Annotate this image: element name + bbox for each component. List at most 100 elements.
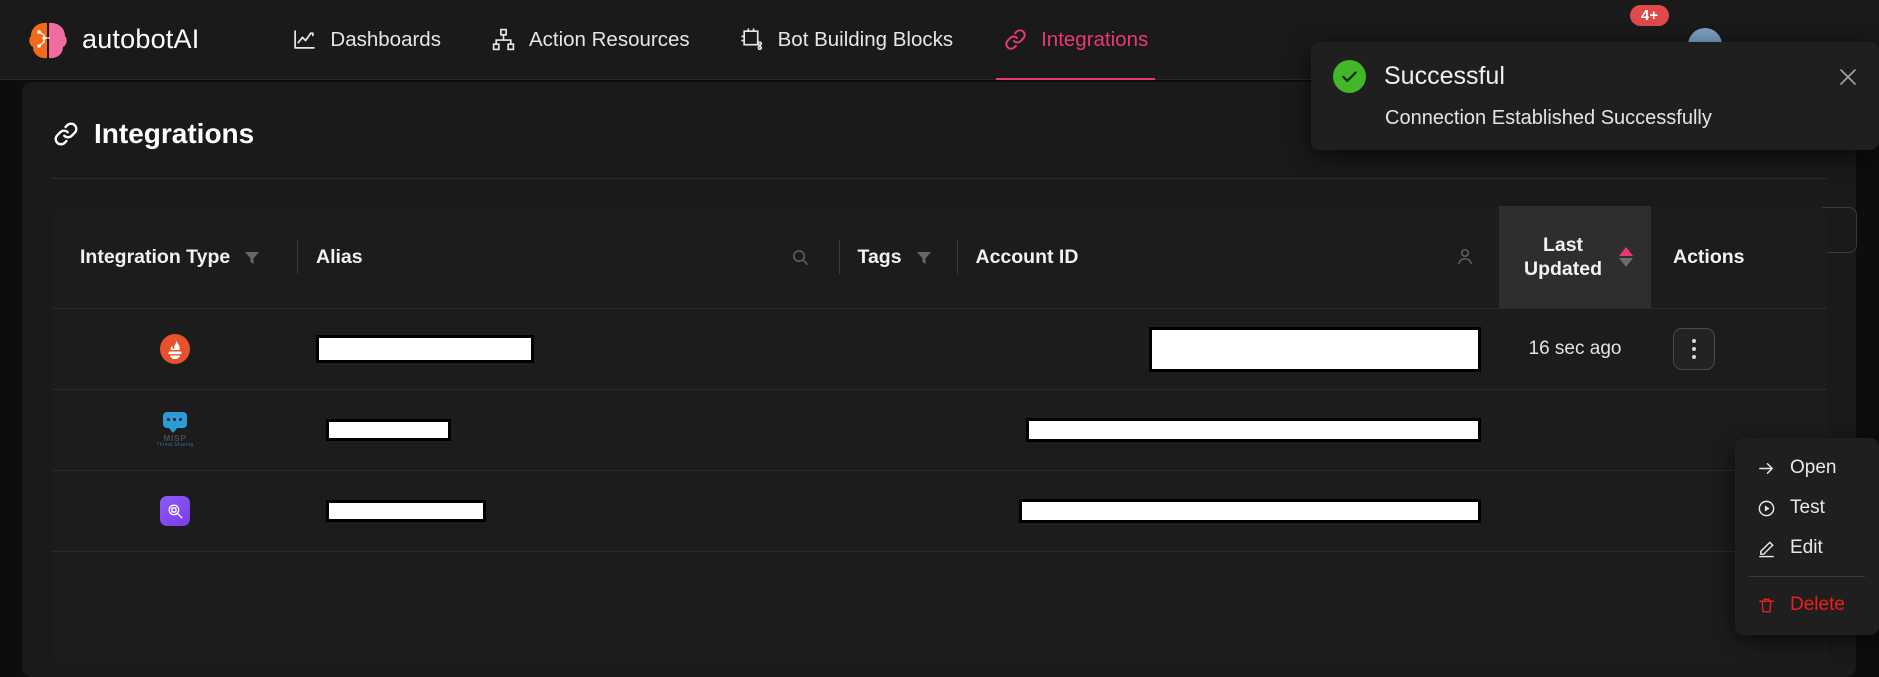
column-label-last-updated: Last Updated	[1524, 233, 1602, 280]
search-icon[interactable]	[791, 248, 810, 267]
header-divider	[52, 178, 1827, 179]
kebab-dot	[1692, 339, 1696, 343]
kebab-dot	[1692, 355, 1696, 359]
pencil-icon	[1757, 539, 1776, 558]
brain-logo-icon	[26, 18, 70, 62]
column-header-actions: Actions	[1651, 206, 1827, 308]
context-menu-label-edit: Edit	[1790, 537, 1823, 558]
brand-logo-link[interactable]: autobotAI	[26, 18, 199, 62]
nav-item-dashboards[interactable]: Dashboards	[267, 0, 466, 80]
cell-integration-type	[52, 309, 298, 389]
trash-icon	[1757, 596, 1776, 615]
toast-header: Successful	[1333, 60, 1859, 93]
filter-funnel-icon[interactable]	[244, 249, 260, 265]
table-row[interactable]: MISP Threat Sharing	[52, 389, 1827, 470]
misp-bubble-shape	[163, 412, 187, 432]
cell-alias	[298, 309, 813, 389]
nav-label-bot-building-blocks: Bot Building Blocks	[777, 27, 954, 51]
page-title-text: Integrations	[94, 118, 255, 149]
nav-label-dashboards: Dashboards	[330, 27, 441, 51]
last-updated-text: 16 sec ago	[1528, 338, 1622, 359]
column-label-tags: Tags	[857, 245, 902, 268]
redacted-alias-value	[316, 335, 534, 363]
column-label-integration-type: Integration Type	[80, 245, 231, 268]
redacted-alias-value	[326, 419, 451, 441]
cell-account-id	[793, 390, 1499, 470]
link-chain-icon	[1003, 27, 1028, 52]
context-menu-label-delete: Delete	[1790, 594, 1845, 615]
nav-items-group: Dashboards Action Resources Bot Building…	[267, 0, 1173, 80]
table-row-partial	[52, 551, 1827, 632]
nav-item-action-resources[interactable]: Action Resources	[466, 0, 715, 80]
integrations-table: Integration Type Alias Tags Account ID L…	[52, 206, 1827, 666]
misp-wordmark: MISP	[163, 432, 187, 443]
context-menu-item-delete[interactable]: Delete	[1735, 585, 1879, 625]
nav-label-integrations: Integrations	[1041, 27, 1149, 51]
column-label-actions: Actions	[1673, 245, 1745, 268]
redacted-alias-value	[326, 500, 486, 522]
toast-title: Successful	[1384, 62, 1505, 90]
cell-tags	[678, 471, 796, 551]
sort-ascending-arrow[interactable]	[1619, 247, 1633, 256]
misp-threat-sharing-icon: MISP Threat Sharing	[152, 412, 198, 448]
notification-badge[interactable]: 4+	[1630, 5, 1670, 26]
cell-last-updated: 16 sec ago	[1499, 309, 1651, 389]
person-icon[interactable]	[1455, 247, 1475, 267]
sort-descending-arrow[interactable]	[1619, 258, 1633, 267]
cell-alias	[298, 390, 675, 470]
integrations-page-card: Integrations Integration Type Alias Tags…	[22, 82, 1857, 677]
context-menu-item-test[interactable]: Test	[1735, 488, 1879, 528]
success-toast-notification: Successful Connection Established Succes…	[1311, 42, 1879, 150]
redacted-account-id-value	[1026, 418, 1481, 442]
column-header-last-updated[interactable]: Last Updated	[1499, 206, 1651, 308]
purple-search-icon	[160, 496, 190, 526]
cell-actions	[1651, 309, 1827, 389]
close-x-icon[interactable]	[1837, 66, 1859, 88]
link-chain-icon	[52, 120, 80, 148]
nav-label-action-resources: Action Resources	[528, 27, 690, 51]
check-circle-icon	[1333, 60, 1366, 93]
column-header-alias[interactable]: Alias	[298, 206, 840, 308]
context-menu-divider	[1749, 576, 1865, 577]
cell-integration-type	[52, 471, 298, 551]
misp-dots	[167, 418, 182, 421]
context-menu-label-test: Test	[1790, 497, 1825, 518]
cell-integration-type: MISP Threat Sharing	[52, 390, 298, 470]
toast-message: Connection Established Successfully	[1385, 107, 1712, 129]
table-row[interactable]	[52, 470, 1827, 551]
misp-tagline: Threat Sharing	[156, 442, 194, 448]
column-header-account-id[interactable]: Account ID	[958, 206, 1500, 308]
cell-last-updated	[1499, 390, 1651, 470]
arrow-right-icon	[1757, 459, 1776, 478]
cell-account-id	[931, 309, 1499, 389]
hierarchy-icon	[491, 27, 516, 52]
cell-tags	[675, 390, 793, 470]
column-label-alias: Alias	[316, 245, 363, 268]
column-label-account-id: Account ID	[975, 245, 1079, 268]
row-actions-context-menu: Open Test Edit Delete	[1735, 438, 1879, 635]
sort-toggle[interactable]	[1619, 247, 1633, 267]
column-header-integration-type[interactable]: Integration Type	[52, 206, 298, 308]
cell-account-id	[796, 471, 1499, 551]
column-header-tags[interactable]: Tags	[840, 206, 958, 308]
kebab-dot	[1692, 347, 1696, 351]
bot-blocks-icon	[740, 27, 765, 52]
cell-alias	[298, 471, 678, 551]
prometheus-icon	[159, 333, 191, 365]
redacted-account-id-value	[1149, 326, 1481, 372]
chart-line-icon	[292, 27, 317, 52]
redacted-account-id-value	[1019, 499, 1481, 523]
nav-item-bot-building-blocks[interactable]: Bot Building Blocks	[715, 0, 978, 80]
play-circle-icon	[1757, 499, 1776, 518]
table-header-row: Integration Type Alias Tags Account ID L…	[52, 206, 1827, 308]
brand-name-text: autobotAI	[82, 24, 200, 54]
cell-tags	[813, 309, 931, 389]
cell-last-updated	[1499, 471, 1651, 551]
filter-funnel-icon[interactable]	[916, 249, 932, 265]
kebab-menu-icon[interactable]	[1673, 328, 1715, 370]
context-menu-item-open[interactable]: Open	[1735, 448, 1879, 488]
context-menu-item-edit[interactable]: Edit	[1735, 528, 1879, 568]
table-row[interactable]: 16 sec ago	[52, 308, 1827, 389]
nav-item-integrations[interactable]: Integrations	[978, 0, 1173, 80]
context-menu-label-open: Open	[1790, 457, 1837, 478]
